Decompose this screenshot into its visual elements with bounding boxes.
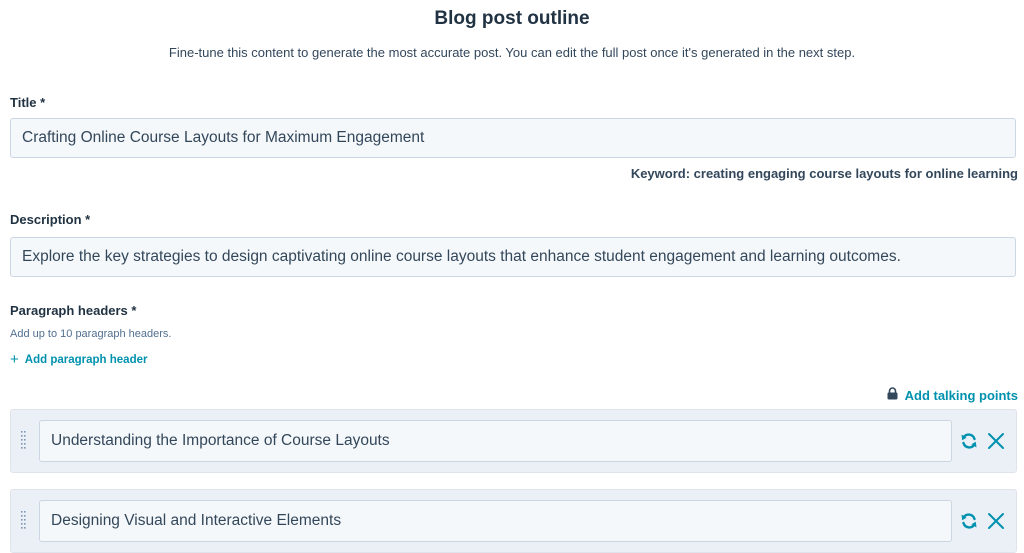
paragraph-headers-label: Paragraph headers * (10, 303, 137, 318)
close-icon[interactable] (985, 430, 1007, 452)
add-paragraph-header-label: Add paragraph header (24, 353, 148, 366)
paragraph-headers-helper: Add up to 10 paragraph headers. (10, 328, 172, 340)
drag-handle-icon[interactable] (21, 430, 26, 452)
plus-icon: + (10, 351, 19, 368)
add-paragraph-header-button[interactable]: + Add paragraph header (10, 352, 147, 367)
page-title: Blog post outline (434, 8, 590, 29)
paragraph-header-input[interactable]: Designing Visual and Interactive Element… (39, 500, 952, 542)
close-icon[interactable] (985, 510, 1007, 532)
title-label: Title * (10, 95, 46, 110)
drag-handle-icon[interactable] (21, 510, 26, 532)
paragraph-header-row: Understanding the Importance of Course L… (10, 409, 1017, 473)
description-field[interactable]: Explore the key strategies to design cap… (10, 237, 1016, 277)
refresh-icon[interactable] (958, 430, 980, 452)
lock-icon (887, 387, 898, 403)
add-talking-points-button[interactable]: Add talking points (887, 387, 1018, 403)
page-subtitle: Fine-tune this content to generate the m… (168, 45, 856, 60)
description-label: Description * (10, 212, 91, 227)
paragraph-header-input[interactable]: Understanding the Importance of Course L… (39, 420, 952, 462)
keyword-text: Keyword: creating engaging course layout… (630, 166, 1018, 181)
title-field[interactable]: Crafting Online Course Layouts for Maxim… (10, 118, 1016, 158)
refresh-icon[interactable] (958, 510, 980, 532)
add-talking-points-label: Add talking points (904, 387, 1018, 403)
paragraph-header-row: Designing Visual and Interactive Element… (10, 489, 1017, 553)
